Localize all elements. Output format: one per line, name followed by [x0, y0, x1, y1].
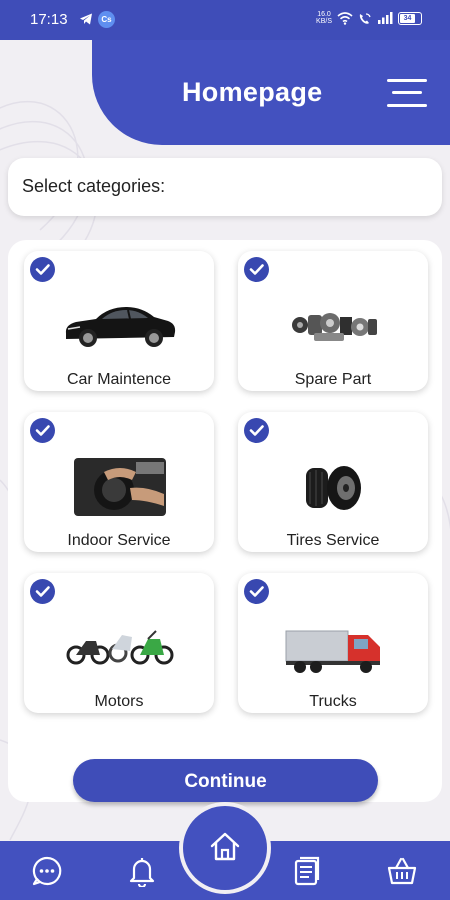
- network-speed: 16.0 KB/S: [316, 11, 332, 25]
- signal-icon: [378, 12, 393, 24]
- status-icons: 16.0 KB/S 34: [316, 11, 422, 25]
- category-card-tires-service[interactable]: Tires Service: [238, 412, 428, 552]
- basket-icon[interactable]: [386, 855, 418, 887]
- check-icon[interactable]: [30, 418, 55, 443]
- check-icon[interactable]: [30, 579, 55, 604]
- hamburger-menu-button[interactable]: [387, 78, 427, 110]
- home-button[interactable]: [183, 806, 267, 890]
- category-card-indoor-service[interactable]: Indoor Service: [24, 412, 214, 552]
- bell-icon[interactable]: [126, 855, 158, 889]
- telegram-icon: [80, 13, 92, 25]
- document-icon[interactable]: [291, 855, 323, 887]
- car-icon: [65, 307, 176, 347]
- page-title: Homepage: [182, 77, 323, 107]
- spare-parts-icon: [292, 313, 377, 341]
- category-card-trucks[interactable]: Trucks: [238, 573, 428, 713]
- category-label: Car Maintence: [66, 371, 172, 388]
- check-icon[interactable]: [244, 579, 269, 604]
- chat-icon[interactable]: [31, 855, 63, 887]
- truck-icon: [285, 630, 380, 673]
- status-time: 17:13: [30, 11, 68, 28]
- check-icon[interactable]: [30, 257, 55, 282]
- home-icon: [210, 832, 240, 861]
- continue-button[interactable]: Continue: [73, 759, 378, 802]
- indoor-service-icon: [74, 458, 166, 516]
- call-wifi-icon: [359, 12, 371, 24]
- category-card-motors[interactable]: Motors: [24, 573, 214, 713]
- category-card-car-maintence[interactable]: Car Maintence: [24, 251, 214, 391]
- battery-icon: 34: [398, 11, 422, 25]
- check-icon[interactable]: [244, 418, 269, 443]
- category-label: Indoor Service: [67, 532, 171, 549]
- category-label: Spare Part: [294, 371, 372, 388]
- check-icon[interactable]: [244, 257, 269, 282]
- select-categories-box: Select categories:: [8, 158, 442, 216]
- category-label: Trucks: [309, 693, 357, 710]
- select-categories-label: Select categories:: [22, 176, 166, 196]
- category-card-spare-part[interactable]: Spare Part: [238, 251, 428, 391]
- notification-badge: Cs: [98, 11, 115, 28]
- category-label: Motors: [94, 693, 144, 710]
- category-label: Tires Service: [286, 532, 380, 549]
- motorcycles-icon: [66, 630, 174, 665]
- status-bar: 17:13 Cs 16.0 KB/S 34: [0, 0, 450, 40]
- wifi-icon: [337, 11, 353, 25]
- tires-icon: [306, 466, 361, 510]
